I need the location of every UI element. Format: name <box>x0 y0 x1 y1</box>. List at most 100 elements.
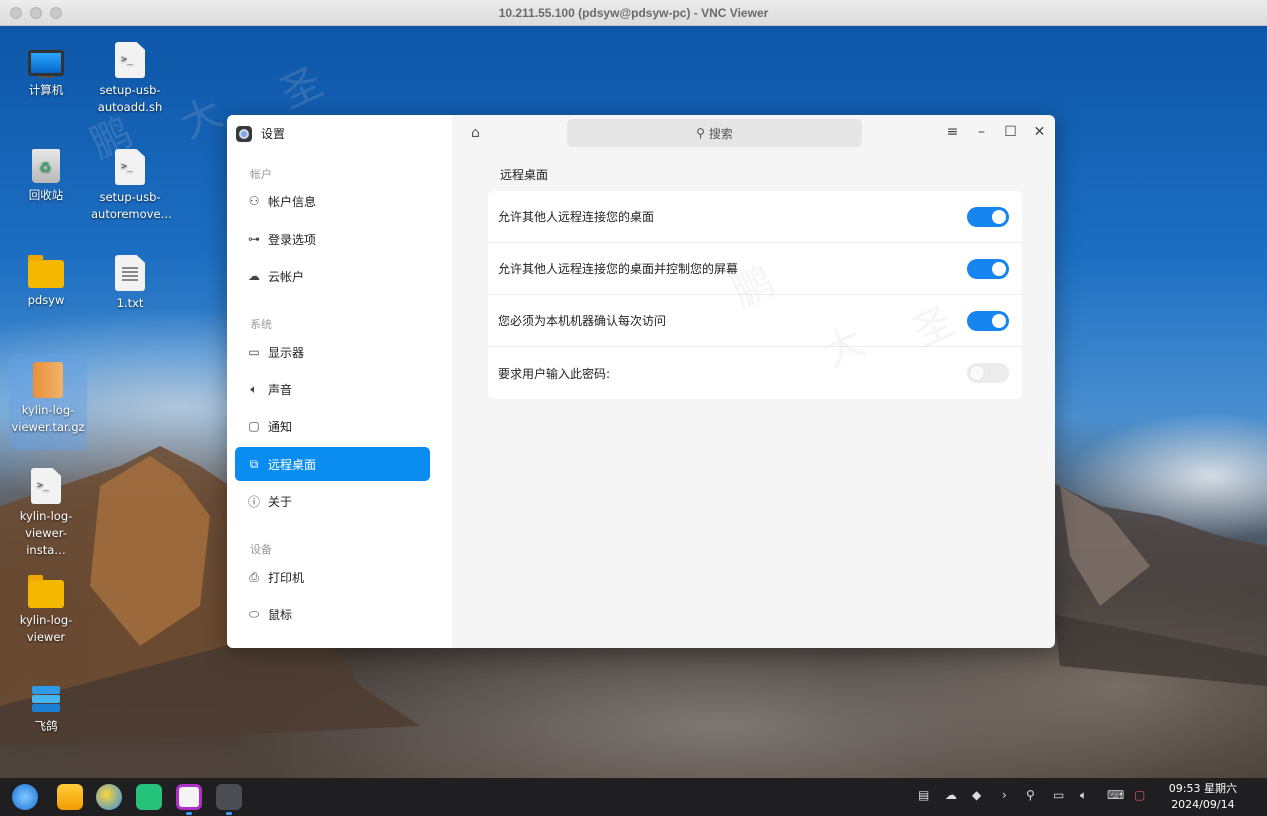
desktop-icon-label: 1.txt <box>116 296 144 310</box>
minimize-icon[interactable]: – <box>974 124 989 140</box>
notification-tray-icon[interactable]: ▢ <box>1134 788 1145 802</box>
nav-item-about[interactable]: ⓘ 关于 <box>235 484 430 518</box>
window-controls: ≡ – ☐ ✕ <box>945 124 1047 140</box>
kylin-tray-icon[interactable]: ◆ <box>972 788 981 802</box>
watermark: 圣 <box>273 59 330 118</box>
cloud-icon: ☁ <box>248 269 260 283</box>
script-file-icon: >_ <box>115 149 145 185</box>
nav-item-label: 声音 <box>268 382 293 397</box>
confirm-each-access-toggle[interactable] <box>967 310 1009 331</box>
notification-icon: ▢ <box>248 419 260 433</box>
settings-taskbar-icon[interactable] <box>216 784 242 810</box>
desktop-icon-1txt[interactable]: 1.txt <box>91 255 169 312</box>
printer-icon: ⎙ <box>249 569 259 584</box>
volume-icon[interactable]: 🔈︎ <box>1080 788 1087 803</box>
settings-sidebar: 设置 帐户 ⚇ 帐户信息 ⊶ 登录选项 ☁ 云帐户 系统 ▭ 显示器 🔈︎ 声音… <box>227 115 452 648</box>
desktop-icon-computer[interactable]: 计算机 <box>7 44 85 99</box>
clock-time: 09:53 星期六 <box>1168 782 1237 795</box>
desktop-icon-pdsyw[interactable]: pdsyw <box>7 254 85 309</box>
nav-item-label: 云帐户 <box>268 269 305 284</box>
file-manager-icon[interactable] <box>57 784 83 810</box>
nav-item-display[interactable]: ▭ 显示器 <box>235 335 430 369</box>
nav-item-label: 远程桌面 <box>268 457 317 472</box>
key-icon: ⊶ <box>248 232 260 246</box>
remote-desktop-icon: ⧉ <box>249 456 259 471</box>
speaker-icon: 🔈︎ <box>250 381 258 396</box>
group-label-account: 帐户 <box>250 168 272 181</box>
computer-icon <box>28 50 64 76</box>
desktop-icon-kylin-log-viewer-folder[interactable]: kylin-log-viewer <box>7 574 85 646</box>
nav-item-cloud-account[interactable]: ☁ 云帐户 <box>235 259 430 293</box>
close-window-button[interactable] <box>10 7 22 19</box>
watermark: 大 <box>173 89 230 148</box>
menu-icon[interactable]: ≡ <box>945 124 960 140</box>
desktop-icon-kylin-log-viewer-tar[interactable]: kylin-log-viewer.tar.gz <box>9 354 87 450</box>
option-label: 允许其他人远程连接您的桌面并控制您的屏幕 <box>498 262 739 276</box>
section-title: 远程桌面 <box>500 168 549 182</box>
clock[interactable]: 09:53 星期六 2024/09/14 <box>1169 781 1237 813</box>
home-icon[interactable]: ⌂ <box>471 125 480 141</box>
script-file-icon: >_ <box>115 42 145 78</box>
nav-item-sound[interactable]: 🔈︎ 声音 <box>235 372 430 406</box>
search-input[interactable]: ⚲ 搜索 <box>567 119 862 147</box>
app-header: 设置 <box>236 125 285 142</box>
nav-item-label: 关于 <box>268 494 293 509</box>
vnc-window-title: 10.211.55.100 (pdsyw@pdsyw-pc) - VNC Vie… <box>498 5 769 20</box>
trash-icon: ♻ <box>32 149 60 183</box>
require-password-toggle[interactable] <box>967 363 1009 383</box>
nav-item-label: 帐户信息 <box>268 194 317 209</box>
mouse-icon: ⬭ <box>248 606 260 621</box>
desktop-icon-label: kylin-log-viewer-insta… <box>19 509 73 557</box>
desktop-icon-label: setup-usb-autoremove… <box>91 190 173 221</box>
allow-remote-control-toggle[interactable] <box>967 258 1009 279</box>
desktop-icon-label: 计算机 <box>28 83 64 97</box>
window-traffic-lights <box>10 7 62 19</box>
maximize-icon[interactable]: ☐ <box>1003 124 1018 140</box>
expand-tray-icon[interactable]: › <box>1002 788 1007 802</box>
nav-item-remote-desktop[interactable]: ⧉ 远程桌面 <box>235 447 430 481</box>
nav-item-login-options[interactable]: ⊶ 登录选项 <box>235 222 430 256</box>
nav-item-label: 鼠标 <box>268 607 293 622</box>
allow-remote-connect-toggle[interactable] <box>967 206 1009 227</box>
user-icon: ⚇ <box>248 194 260 208</box>
nav-item-notify[interactable]: ▢ 通知 <box>235 409 430 443</box>
folder-icon <box>28 575 64 608</box>
minimize-window-button[interactable] <box>30 7 42 19</box>
nav-item-mouse[interactable]: ⬭ 鼠标 <box>235 597 430 631</box>
close-icon[interactable]: ✕ <box>1032 124 1047 140</box>
settings-window: 设置 帐户 ⚇ 帐户信息 ⊶ 登录选项 ☁ 云帐户 系统 ▭ 显示器 🔈︎ 声音… <box>227 115 1055 648</box>
desktop-icon-kylin-log-viewer-install[interactable]: >_ kylin-log-viewer-insta… <box>7 468 85 559</box>
start-menu-icon[interactable] <box>12 784 38 810</box>
text-editor-icon[interactable] <box>176 784 202 810</box>
desktop-icon-setup-autoadd[interactable]: >_ setup-usb-autoadd.sh <box>91 42 169 116</box>
taskbar: ▤ ☁ ◆ › ⚲ ▭ 🔈︎ ⌨ ▢ 09:53 星期六 2024/09/14 <box>0 778 1267 816</box>
option-label: 要求用户输入此密码: <box>498 366 611 381</box>
running-indicator <box>226 812 232 815</box>
clipboard-icon[interactable]: ▤ <box>918 788 929 802</box>
group-label-system: 系统 <box>250 318 272 331</box>
search-tray-icon[interactable]: ⚲ <box>1026 788 1035 802</box>
desktop-icon-label: pdsyw <box>27 293 65 307</box>
script-file-icon: >_ <box>31 468 61 504</box>
clock-date: 2024/09/14 <box>1171 798 1235 811</box>
nav-item-printer[interactable]: ⎙ 打印机 <box>235 560 430 594</box>
remote-desktop-options: 允许其他人远程连接您的桌面 允许其他人远程连接您的桌面并控制您的屏幕 您必须为本… <box>488 191 1022 399</box>
archive-icon <box>33 362 63 398</box>
settings-main: ⌂ ⚲ 搜索 ≡ – ☐ ✕ 远程桌面 允许其他人远程连接您的桌面 允许其他人远… <box>452 115 1055 648</box>
browser-icon[interactable] <box>96 784 122 810</box>
desktop-icon-feige[interactable]: 飞鸽 <box>7 682 85 735</box>
desktop-icon-trash[interactable]: ♻ 回收站 <box>7 149 85 204</box>
app-title: 设置 <box>261 127 286 141</box>
option-label: 允许其他人远程连接您的桌面 <box>498 210 655 224</box>
cloud-tray-icon[interactable]: ☁ <box>945 788 957 802</box>
nav-item-account-info[interactable]: ⚇ 帐户信息 <box>235 184 430 218</box>
keyboard-icon[interactable]: ⌨ <box>1107 788 1124 802</box>
desktop-icon-setup-autoremove[interactable]: >_ setup-usb-autoremove… <box>91 149 173 223</box>
nav-item-label: 登录选项 <box>268 232 317 247</box>
messenger-icon[interactable] <box>136 784 162 810</box>
network-icon[interactable]: ▭ <box>1053 788 1064 802</box>
running-indicator <box>186 812 192 815</box>
feige-app-icon <box>29 682 63 714</box>
zoom-window-button[interactable] <box>50 7 62 19</box>
nav-item-label: 通知 <box>268 419 293 434</box>
